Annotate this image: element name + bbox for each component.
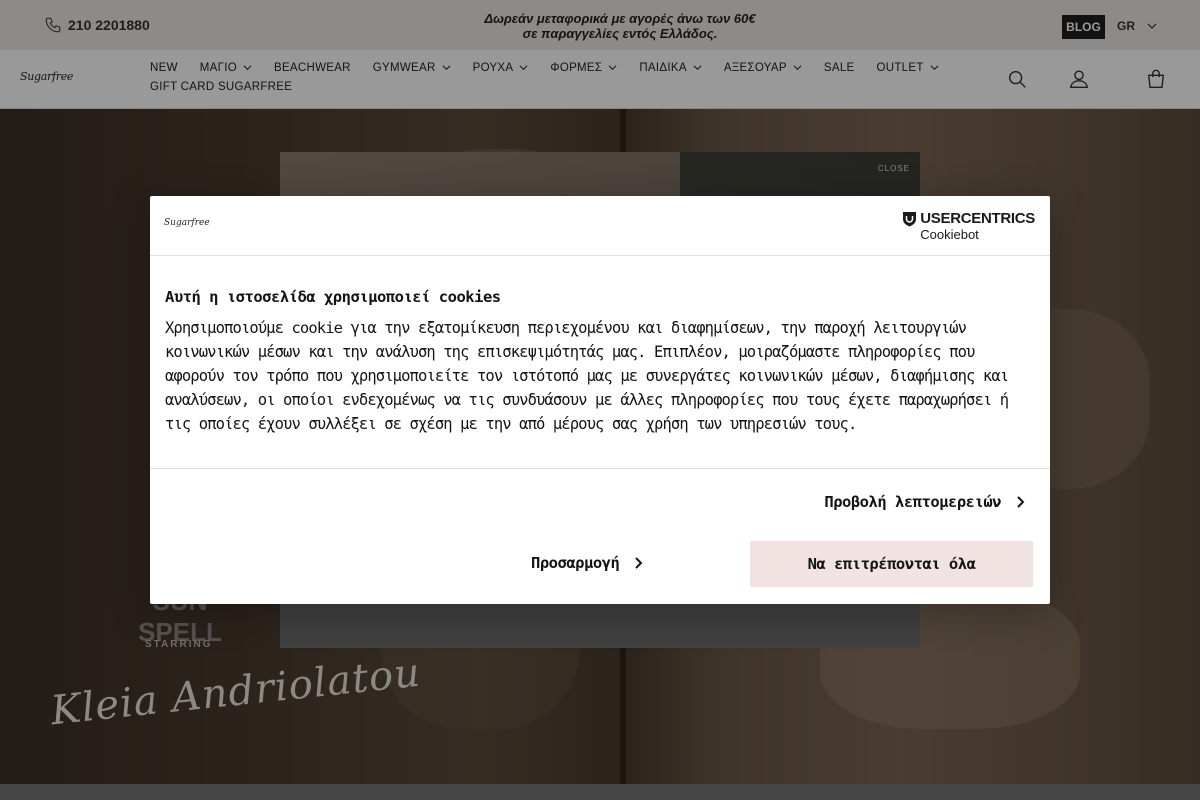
cookie-dialog-text: Χρησιμοποιούμε cookie για την εξατομίκευ… — [165, 319, 1009, 433]
chevron-right-icon — [635, 557, 643, 569]
cookie-dialog-header: Sugarfree USERCENTRICS Cookiebot — [150, 196, 1050, 256]
cookie-dialog-body: Αυτή η ιστοσελίδα χρησιμοποιεί cookies Χ… — [165, 288, 1025, 436]
divider — [150, 468, 1050, 469]
allow-all-button[interactable]: Να επιτρέπονται όλα — [750, 541, 1033, 587]
cookiebot-logo[interactable]: USERCENTRICS Cookiebot — [902, 210, 1035, 242]
cookie-consent-dialog: Sugarfree USERCENTRICS Cookiebot Αυτή η … — [150, 196, 1050, 604]
dialog-site-logo: Sugarfree — [164, 218, 210, 228]
cookie-dialog-title: Αυτή η ιστοσελίδα χρησιμοποιεί cookies — [165, 288, 501, 306]
customize-button[interactable]: Προσαρμογή — [531, 554, 643, 572]
shield-icon — [903, 211, 917, 226]
chevron-right-icon — [1017, 496, 1025, 508]
show-details-button[interactable]: Προβολή λεπτομερειών — [824, 493, 1025, 511]
